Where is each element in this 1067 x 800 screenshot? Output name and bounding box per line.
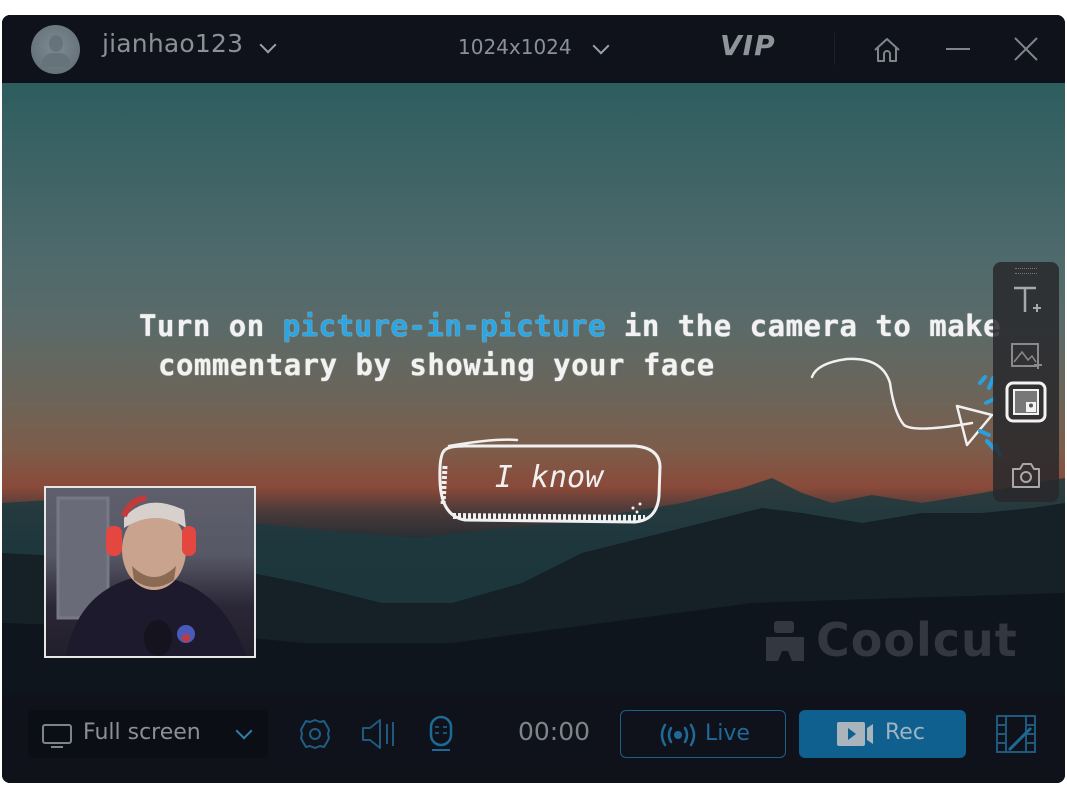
broadcast-icon	[660, 723, 696, 747]
drag-handle[interactable]	[1015, 268, 1037, 274]
tip-line-1: Turn on picture-in-picture in the camera…	[139, 309, 1001, 343]
vip-badge[interactable]: VIP	[720, 29, 776, 62]
camera-icon[interactable]	[1006, 455, 1046, 495]
capture-source-label: Full screen	[83, 720, 201, 745]
rec-label: Rec	[885, 720, 925, 745]
add-text-icon[interactable]	[1006, 280, 1046, 320]
live-label: Live	[705, 721, 750, 746]
avatar-head-icon	[49, 35, 63, 52]
title-divider	[834, 33, 835, 65]
chevron-down-icon[interactable]	[592, 37, 610, 55]
avatar-body-icon	[42, 53, 70, 67]
avatar[interactable]	[31, 25, 80, 74]
settings-icon[interactable]	[298, 717, 332, 751]
add-image-icon[interactable]	[1006, 336, 1046, 376]
live-button[interactable]: Live	[620, 710, 786, 758]
minimize-icon[interactable]	[946, 48, 970, 50]
home-icon[interactable]	[872, 37, 902, 63]
video-editor-icon[interactable]	[995, 714, 1037, 754]
i-know-label: I know	[494, 460, 604, 495]
monitor-icon	[42, 724, 72, 748]
coolcut-logo-icon	[766, 621, 804, 661]
tip-highlight: picture-in-picture	[282, 309, 606, 343]
app-window: jianhao123 1024x1024 VIP Turn on picture…	[2, 15, 1065, 783]
recording-timer: 00:00	[518, 717, 591, 746]
title-bar: jianhao123 1024x1024 VIP	[2, 15, 1065, 83]
i-know-button[interactable]: I know	[435, 436, 663, 526]
username[interactable]: jianhao123	[102, 29, 243, 58]
chevron-down-icon[interactable]	[235, 722, 253, 740]
side-toolbar	[993, 262, 1059, 502]
microphone-icon[interactable]	[426, 715, 456, 753]
record-button[interactable]: Rec	[799, 710, 966, 758]
close-icon[interactable]	[1012, 35, 1040, 63]
chevron-down-icon[interactable]	[259, 36, 277, 54]
preview-stage: Turn on picture-in-picture in the camera…	[2, 83, 1065, 695]
bottom-control-bar: Full screen 00:00 Live Rec	[2, 695, 1065, 783]
tip-text: in the camera to make	[605, 309, 1002, 343]
speaker-icon[interactable]	[360, 716, 398, 752]
hint-arrow-icon	[810, 357, 1002, 457]
video-camera-icon	[837, 722, 873, 746]
picture-in-picture-icon[interactable]	[1004, 380, 1048, 424]
tip-text: Turn on	[139, 309, 283, 343]
tip-line-2: commentary by showing your face	[158, 348, 715, 382]
resolution-select[interactable]: 1024x1024	[458, 35, 572, 59]
capture-source-select[interactable]: Full screen	[28, 710, 268, 758]
watermark-text: Coolcut	[816, 613, 1018, 667]
webcam-person-image	[56, 495, 246, 656]
camera-pip-preview[interactable]	[44, 486, 256, 658]
